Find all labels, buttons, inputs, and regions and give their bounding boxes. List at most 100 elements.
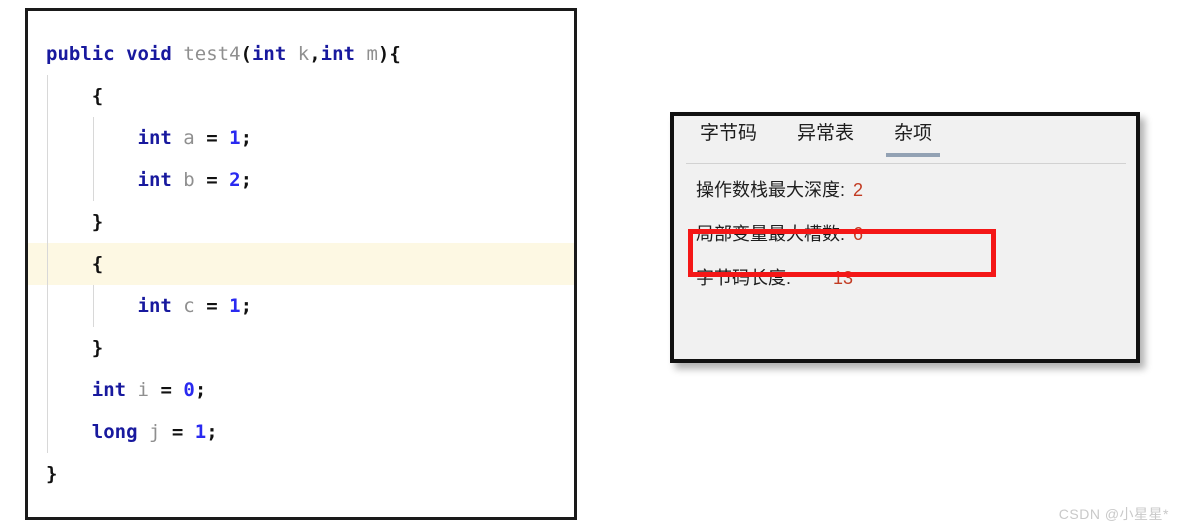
code-token-id: i [137, 379, 149, 401]
code-token-pun: } [46, 463, 58, 485]
code-line: int c = 1; [28, 285, 574, 327]
code-token-pun: ) [377, 43, 390, 65]
code-token-pun: = [160, 379, 172, 401]
code-token-id: j [148, 421, 161, 443]
code-editor-panel: public void test4(int k,int m){ { int a … [25, 8, 577, 520]
code-token-kw: int [251, 43, 287, 65]
code-token-pun: , [309, 43, 321, 65]
info-row-label: 字节码长度: [696, 268, 792, 288]
code-token-id: k [297, 43, 310, 65]
tab-label: 字节码 [700, 122, 758, 144]
code-line: long j = 1; [28, 411, 574, 453]
code-lines-container: public void test4(int k,int m){ { int a … [28, 11, 574, 495]
code-token-pun: } [91, 211, 104, 233]
code-line: { [28, 243, 574, 285]
bytecode-info-panel: 字节码 异常表 杂项 操作数栈最大深度: 2 局部变量最大槽数: 6 字节码长度: 13 [670, 112, 1140, 363]
code-token-kw: int [91, 379, 127, 401]
code-token-num: 2 [229, 169, 241, 191]
info-row-label: 操作数栈最大深度: [696, 180, 846, 200]
code-line-text: long j = 1; [46, 421, 218, 443]
code-token-kw: int [137, 169, 172, 191]
code-token-pun: = [206, 295, 218, 317]
code-line-text: } [46, 211, 103, 233]
code-line: public void test4(int k,int m){ [28, 33, 574, 75]
info-row-value: 13 [833, 268, 854, 288]
watermark: CSDN @小星星* [1058, 506, 1169, 522]
code-token-kw: public [46, 43, 115, 65]
info-row-value: 6 [853, 224, 864, 244]
code-token-id: a [183, 127, 195, 149]
code-token-kw: int [137, 127, 172, 149]
code-line: int b = 2; [28, 159, 574, 201]
code-line: int a = 1; [28, 117, 574, 159]
code-line-text: } [46, 463, 57, 485]
code-token-num: 0 [183, 379, 195, 401]
code-token-pun: = [206, 127, 218, 149]
info-row-value: 2 [853, 180, 864, 200]
code-line: } [28, 453, 574, 495]
info-row-highlighted: 局部变量最大槽数: 6 [696, 220, 1136, 264]
code-token-pun: ; [206, 421, 218, 443]
info-row: 字节码长度: 13 [696, 264, 1136, 308]
code-token-num: 1 [229, 127, 241, 149]
code-line: { [28, 75, 574, 117]
tab-label: 杂项 [894, 122, 933, 144]
code-token-num: 1 [229, 295, 241, 317]
code-token-pun: = [171, 421, 184, 443]
code-line: } [28, 327, 574, 369]
code-token-num: 1 [194, 421, 207, 443]
code-token-pun: { [91, 85, 104, 107]
code-line-text: public void test4(int k,int m){ [46, 43, 401, 65]
code-token-kw: void [126, 43, 172, 65]
code-token-id: c [183, 295, 195, 317]
code-token-pun: ; [240, 295, 253, 317]
code-token-pun: ; [240, 127, 253, 149]
code-token-pun: } [91, 337, 104, 359]
code-line-text: int b = 2; [46, 169, 253, 191]
code-line: int i = 0; [28, 369, 574, 411]
code-token-pun: { [389, 43, 401, 65]
code-line-text: int c = 1; [46, 295, 253, 317]
code-token-pun: = [206, 169, 218, 191]
code-line: } [28, 201, 574, 243]
info-rows: 操作数栈最大深度: 2 局部变量最大槽数: 6 字节码长度: 13 [674, 164, 1136, 308]
code-token-id: b [183, 169, 195, 191]
code-line-text: int i = 0; [46, 379, 207, 401]
tab-2[interactable]: 异常表 [795, 122, 856, 157]
code-token-pun: ; [194, 379, 207, 401]
code-token-kw: int [320, 43, 355, 65]
tab-1[interactable]: 字节码 [698, 122, 759, 157]
tabstrip: 字节码 异常表 杂项 [674, 116, 1136, 164]
code-token-pun: { [91, 253, 104, 275]
tab-3-active[interactable]: 杂项 [886, 122, 941, 157]
code-token-pun: ; [240, 169, 253, 191]
code-token-kw: long [91, 421, 138, 443]
code-line-text: { [46, 85, 103, 107]
code-token-kw: int [137, 295, 172, 317]
code-token-id: m [366, 43, 378, 65]
code-line-text: { [46, 253, 103, 275]
tab-label: 异常表 [797, 122, 855, 144]
info-row-label: 局部变量最大槽数: [696, 224, 846, 244]
code-token-id: test4 [183, 43, 241, 65]
code-line-text: } [46, 337, 103, 359]
info-row: 操作数栈最大深度: 2 [696, 176, 1136, 220]
